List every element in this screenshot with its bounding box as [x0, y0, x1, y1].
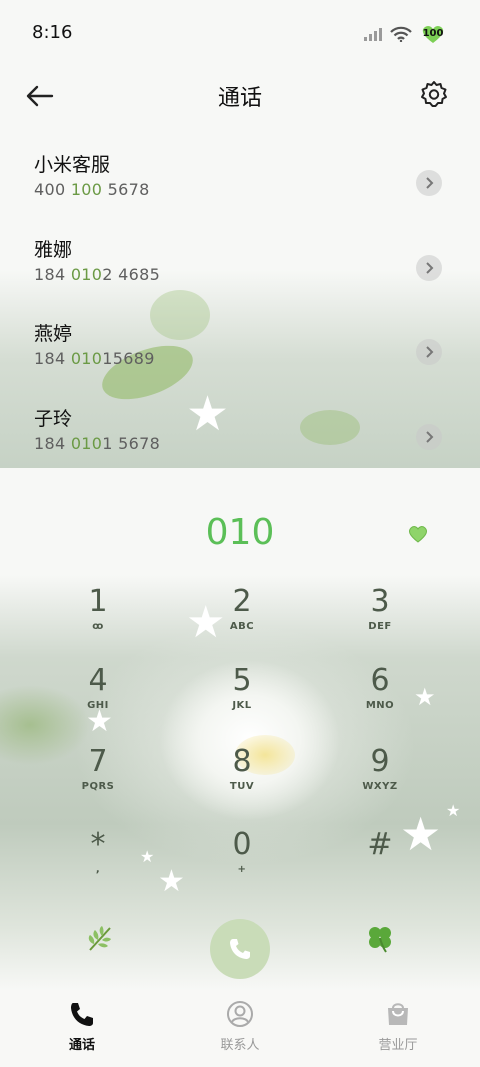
page-title: 通话 [217, 86, 262, 111]
chevron-right-icon[interactable] [416, 255, 442, 281]
leaf-icon[interactable] [84, 922, 116, 954]
status-time: 8:16 [32, 22, 73, 43]
key-4[interactable]: 4 GHI [48, 664, 148, 734]
contact-name: 小米客服 [34, 154, 111, 176]
tab-calls[interactable]: 通话 [32, 1000, 132, 1053]
status-bar: 8:16 100 [0, 0, 480, 66]
tab-label: 联系人 [220, 1038, 260, 1053]
voicemail-icon: ꝏ [92, 621, 104, 632]
battery-level: 100 [422, 28, 444, 39]
contact-number: 184 0102 4685 [34, 265, 161, 284]
tab-store[interactable]: 营业厅 [348, 1000, 448, 1053]
contact-item[interactable]: 燕婷 184 01015689 [0, 317, 480, 401]
contact-name: 燕婷 [34, 323, 73, 345]
contact-name: 子玲 [34, 408, 73, 430]
contact-item[interactable]: 雅娜 184 0102 4685 [0, 233, 480, 317]
shopping-bag-icon [388, 1003, 408, 1025]
key-9[interactable]: 9 WXYZ [330, 745, 430, 815]
clover-icon[interactable] [364, 922, 396, 954]
green-heart-icon[interactable] [408, 525, 428, 543]
call-button[interactable] [210, 919, 270, 979]
key-0[interactable]: 0 + [192, 828, 292, 898]
chevron-right-icon[interactable] [416, 170, 442, 196]
phone-icon [71, 1003, 93, 1026]
key-6[interactable]: 6 MNO [330, 664, 430, 734]
wifi-icon [390, 26, 412, 42]
key-3[interactable]: 3 DEF [330, 585, 430, 655]
contact-number: 184 01015689 [34, 349, 155, 368]
tab-contacts[interactable]: 联系人 [190, 1000, 290, 1053]
chevron-right-icon[interactable] [416, 424, 442, 450]
contact-item[interactable]: 小米客服 400 100 5678 [0, 148, 480, 232]
key-star[interactable]: *, [48, 828, 148, 898]
bottom-nav: 通话 联系人 营业厅 [0, 990, 480, 1067]
tab-label: 营业厅 [378, 1038, 418, 1053]
chevron-right-icon[interactable] [416, 339, 442, 365]
tab-label: 通话 [68, 1038, 95, 1053]
signal-icon [364, 27, 382, 41]
contact-item[interactable]: 子玲 184 0101 5678 [0, 402, 480, 486]
battery-icon: 100 [420, 24, 446, 44]
star-decoration: ★ [158, 864, 185, 899]
key-8[interactable]: 8 TUV [192, 745, 292, 815]
key-5[interactable]: 5 JKL [192, 664, 292, 734]
contact-name: 雅娜 [34, 239, 73, 261]
key-hash[interactable]: # [330, 828, 430, 898]
contact-number: 184 0101 5678 [34, 434, 161, 453]
star-decoration: ★ [446, 801, 461, 820]
person-icon [227, 1001, 253, 1027]
phone-icon [230, 939, 250, 959]
key-1[interactable]: 1ꝏ [48, 585, 148, 655]
gear-icon[interactable] [420, 80, 448, 108]
key-7[interactable]: 7 PQRS [48, 745, 148, 815]
contact-number: 400 100 5678 [34, 180, 150, 199]
key-2[interactable]: 2 ABC [192, 585, 292, 655]
status-icons: 100 [364, 24, 446, 44]
header: 通话 [0, 70, 480, 120]
